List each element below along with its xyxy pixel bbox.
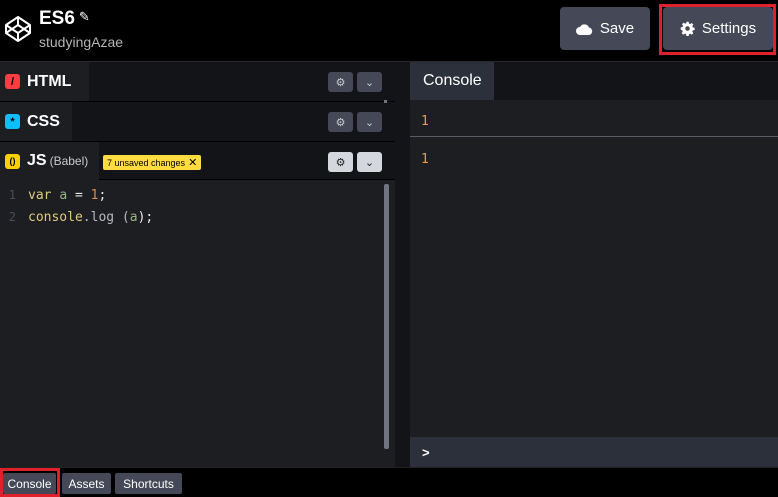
settings-button[interactable]: Settings (663, 7, 773, 50)
js-editor-tab[interactable]: () JS (Babel) (0, 142, 99, 180)
css-settings-gear-icon[interactable]: ⚙ (328, 112, 353, 132)
save-button[interactable]: Save (560, 7, 650, 50)
line-number: 1 (8, 188, 16, 202)
identifier-token: console (28, 209, 83, 225)
cloud-icon (575, 23, 593, 35)
unsaved-changes-text: 7 unsaved changes (107, 157, 186, 168)
shortcuts-button[interactable]: Shortcuts (115, 473, 182, 494)
console-toggle-button[interactable]: Console (3, 473, 56, 494)
code-line: 1 var a = 1; (0, 184, 107, 206)
css-editor-tab[interactable]: * CSS (0, 102, 72, 141)
console-tab[interactable]: Console (410, 62, 494, 100)
settings-button-label: Settings (701, 20, 757, 37)
pen-title[interactable]: ES6 (39, 8, 75, 30)
code-scrollbar[interactable] (384, 184, 389, 449)
variable-token: a (59, 187, 68, 203)
pane-resize-divider[interactable] (395, 62, 410, 467)
console-output-line: 1 (421, 152, 429, 167)
assets-button[interactable]: Assets (62, 473, 111, 494)
js-editor-label: JS (27, 152, 47, 169)
code-line: 2 console.log (a); (0, 206, 153, 228)
console-separator (410, 136, 778, 137)
pen-title-group: ES6 ✎ studyingAzae (39, 8, 123, 50)
pencil-icon[interactable]: ✎ (79, 9, 90, 25)
keyword-token: var (28, 187, 52, 203)
codepen-logo-icon[interactable] (3, 14, 33, 44)
punctuation-token: ; (98, 187, 107, 203)
html-settings-gear-icon[interactable]: ⚙ (328, 72, 353, 92)
js-settings-gear-icon[interactable]: ⚙ (328, 152, 353, 172)
console-input[interactable]: > (410, 437, 778, 467)
save-button-label: Save (599, 20, 635, 37)
js-chevron-down-icon[interactable]: ⌄ (357, 152, 382, 172)
method-token: .log ( (82, 209, 130, 225)
header: ES6 ✎ studyingAzae Save Settings (0, 0, 778, 62)
html-editor-tab[interactable]: / HTML (0, 62, 89, 101)
variable-token: a (129, 209, 138, 225)
punctuation-token: ); (137, 209, 154, 225)
gear-icon (680, 21, 695, 36)
css-editor-header[interactable]: * CSS ⚙ ⌄ (0, 102, 395, 142)
js-preprocessor-label: (Babel) (49, 154, 89, 168)
html-editor-header[interactable]: / HTML ⚙ ⌄ (0, 62, 395, 102)
pen-owner[interactable]: studyingAzae (39, 34, 123, 50)
console-panel: Console 1 1 > (410, 62, 778, 467)
console-prompt: > (422, 444, 430, 460)
editors-column: / HTML ⚙ ⌄ * CSS ⚙ ⌄ () JS (Babel) 7 uns… (0, 62, 395, 467)
unsaved-changes-badge[interactable]: 7 unsaved changes ✕ (103, 155, 202, 170)
console-output-line: 1 (421, 114, 429, 129)
bottom-bar: Console Assets Shortcuts (0, 467, 778, 497)
console-header: Console (410, 62, 778, 100)
html-chevron-down-icon[interactable]: ⌄ (357, 72, 382, 92)
html-editor-label: HTML (27, 72, 72, 90)
code-content: console.log (a); (24, 210, 153, 225)
scroll-indicator (384, 100, 387, 103)
css-editor-label: CSS (27, 112, 60, 130)
css-chevron-down-icon[interactable]: ⌄ (357, 112, 382, 132)
js-code-editor[interactable]: 1 var a = 1; 2 console.log (a); (0, 180, 395, 467)
code-content: var a = 1; (24, 188, 106, 203)
js-editor-header[interactable]: () JS (Babel) 7 unsaved changes ✕ ⚙ ⌄ (0, 142, 395, 180)
operator-token: = (67, 187, 91, 203)
html-icon: / (5, 74, 20, 89)
js-icon: () (5, 153, 20, 169)
close-icon[interactable]: ✕ (188, 156, 197, 169)
line-number: 2 (8, 210, 16, 224)
css-icon: * (5, 114, 20, 129)
